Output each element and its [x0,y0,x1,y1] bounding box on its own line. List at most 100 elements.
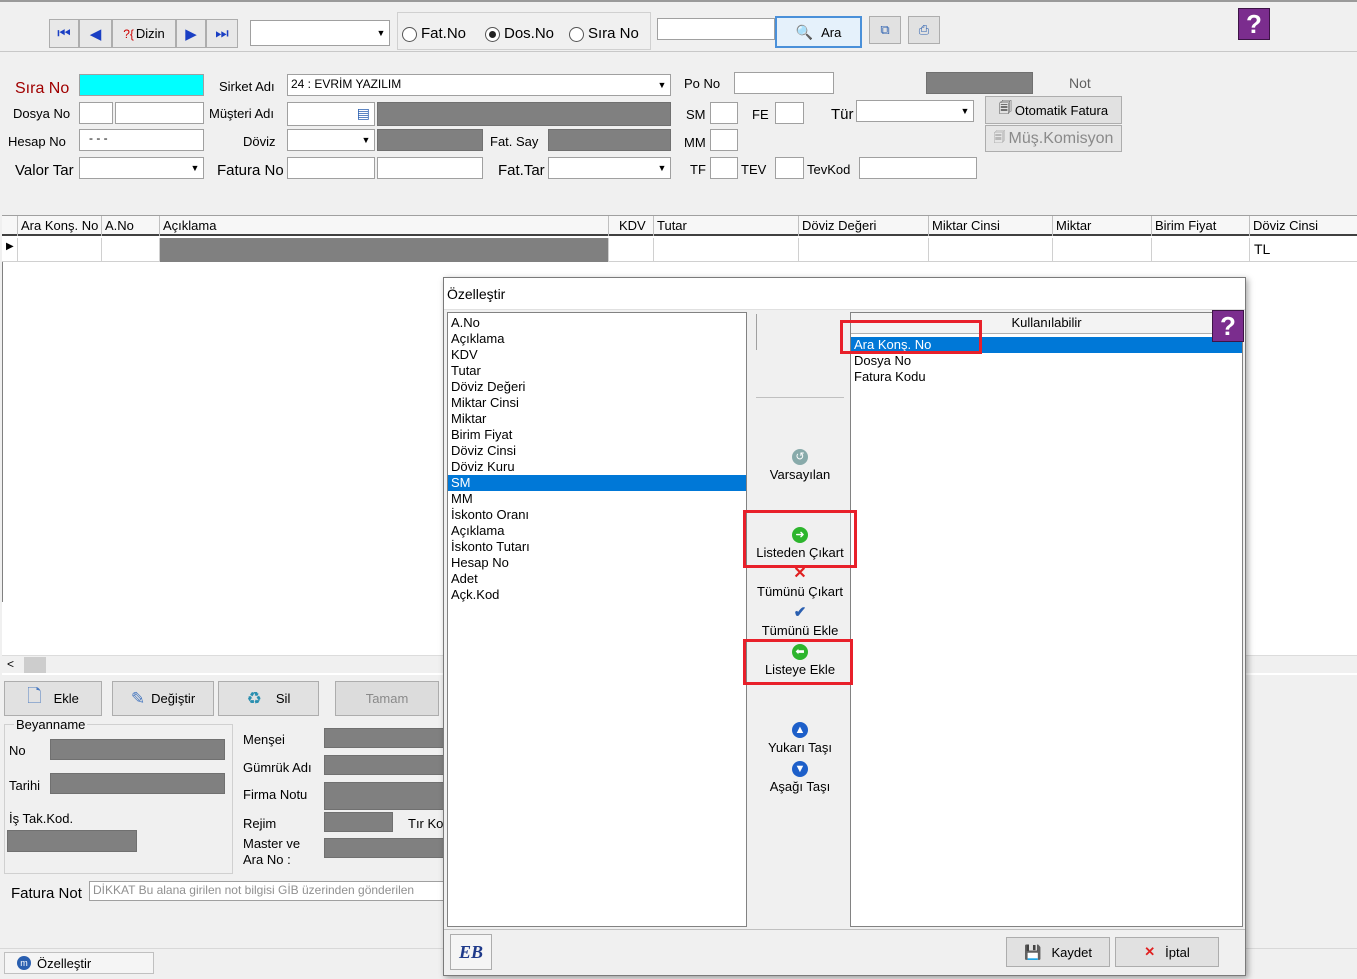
copy-button[interactable]: ⧉ [869,16,901,44]
scroll-thumb[interactable] [24,657,46,673]
search-button[interactable]: 🔍 Ara [775,16,862,48]
listeye-ekle-button[interactable]: ⬅ Listeye Ekle [748,644,852,677]
radio-sirano[interactable]: Sıra No [569,25,639,42]
fat-tar-select[interactable]: ▼ [548,157,671,179]
iptal-button[interactable]: ✕ İptal [1115,937,1219,967]
cell-ara-kons-no[interactable] [18,238,102,262]
ekle-button[interactable]: 🗋 Ekle [4,681,102,716]
list-item[interactable]: MM [448,491,746,507]
search-type-select[interactable]: ▼ [250,20,390,46]
cell-tutar[interactable] [654,238,799,262]
list-item[interactable]: SM [448,475,746,491]
sm-input[interactable] [710,102,738,124]
degistir-button[interactable]: ✎ Değiştir [112,681,214,716]
doviz-select[interactable]: ▼ [287,129,375,151]
list-item[interactable]: Adet [448,571,746,587]
radio-fatno[interactable]: Fat.No [402,25,466,42]
dosya-no-prefix-input[interactable] [79,102,113,124]
varsayilan-button[interactable]: ↺ Varsayılan [748,449,852,482]
tumunu-cikart-button[interactable]: ✕ Tümünü Çıkart [748,566,852,600]
dizin-button[interactable]: ?{ Dizin [112,19,176,48]
hesap-no-input[interactable]: - - - [79,129,204,151]
tev-input[interactable] [775,157,804,179]
radio-fatno-circle[interactable] [402,26,417,42]
col-ara-kons-no[interactable]: Ara Konş. No [18,216,102,236]
tumunu-ekle-button[interactable]: ✔ Tümünü Ekle [748,605,852,639]
asagi-tasi-button[interactable]: ▼ Aşağı Taşı [748,761,852,794]
col-kdv[interactable]: KDV [609,216,654,236]
table-row[interactable]: ▶ TL [2,238,1357,262]
radio-dosno[interactable]: Dos.No [485,25,554,42]
list-item[interactable]: Açıklama [448,331,746,347]
visible-columns-list[interactable]: A.No Açıklama KDV Tutar Döviz Değeri Miktar C… [447,312,747,927]
list-item[interactable]: Döviz Değeri [448,379,746,395]
col-doviz-cinsi[interactable]: Döviz Cinsi [1250,216,1357,236]
list-item[interactable]: A.No [448,315,746,331]
valor-tar-select[interactable]: ▼ [79,157,204,179]
list-item[interactable]: Miktar Cinsi [448,395,746,411]
prev-record-button[interactable]: ◀ [79,19,112,48]
musteri-code-input[interactable]: ▤ [287,102,375,126]
col-miktar-cinsi[interactable]: Miktar Cinsi [929,216,1053,236]
dialog-title-bar[interactable]: Özelleştir [444,278,1245,310]
radio-sirano-circle[interactable] [569,26,584,42]
search-input[interactable] [657,18,775,40]
fatura-no-input-2[interactable] [377,157,483,179]
list-item[interactable]: Birim Fiyat [448,427,746,443]
first-record-button[interactable]: ⏮ [49,19,79,48]
tur-select[interactable]: ▼ [856,100,974,122]
list-item[interactable]: KDV [448,347,746,363]
col-a-no[interactable]: A.No [102,216,160,236]
col-doviz-degeri[interactable]: Döviz Değeri [799,216,929,236]
list-item[interactable]: İskonto Oranı [448,507,746,523]
list-item[interactable]: Açıklama [448,523,746,539]
preview-button[interactable]: ⎙ [908,16,940,44]
fatura-no-input[interactable] [287,157,375,179]
next-record-button[interactable]: ▶ [176,19,206,48]
col-miktar[interactable]: Miktar [1053,216,1152,236]
list-item[interactable]: Tutar [448,363,746,379]
mm-input[interactable] [710,129,738,151]
col-birim-fiyat[interactable]: Birim Fiyat [1152,216,1250,236]
col-aciklama[interactable]: Açıklama [160,216,609,236]
list-item[interactable]: İskonto Tutarı [448,539,746,555]
scroll-left-icon[interactable]: < [7,657,14,671]
lookup-icon[interactable]: ▤ [357,105,370,122]
fe-input[interactable] [775,102,804,124]
list-item[interactable]: Hesap No [448,555,746,571]
list-item[interactable]: Ara Konş. No [851,337,1242,353]
yukari-tasi-button[interactable]: ▲ Yukarı Taşı [748,722,852,755]
list-item[interactable]: Miktar [448,411,746,427]
tevkod-input[interactable] [859,157,977,179]
list-item[interactable]: Döviz Kuru [448,459,746,475]
cell-aciklama[interactable] [160,238,609,262]
cell-birim-fiyat[interactable] [1152,238,1250,262]
help-icon[interactable]: ? [1238,8,1270,40]
list-item[interactable]: Döviz Cinsi [448,443,746,459]
sirket-select[interactable]: 24 : EVRİM YAZILIM ▼ [287,74,671,96]
dosya-no-input[interactable] [115,102,204,124]
last-record-button[interactable]: ⏭ [206,19,238,48]
tf-input[interactable] [710,157,738,179]
cell-doviz-degeri[interactable] [799,238,929,262]
list-item[interactable]: Dosya No [851,353,1242,369]
cell-doviz-cinsi[interactable]: TL [1250,238,1357,262]
cell-a-no[interactable] [102,238,160,262]
cell-miktar-cinsi[interactable] [929,238,1053,262]
po-no-input[interactable] [734,72,834,94]
taskbar-item-ozellestir[interactable]: m Özelleştir [4,952,154,974]
otomatik-fatura-button[interactable]: 🗐 Otomatik Fatura [985,96,1122,124]
radio-dosno-circle[interactable] [485,26,500,42]
sil-button[interactable]: ♻ Sil [218,681,319,716]
dialog-help-icon[interactable]: ? [1212,310,1244,342]
col-tutar[interactable]: Tutar [654,216,799,236]
listeden-cikart-button[interactable]: ➜ Listeden Çıkart [748,527,852,560]
fatura-not-input[interactable]: DİKKAT Bu alana girilen not bilgisi GİB … [89,881,446,901]
cell-kdv[interactable] [609,238,654,262]
list-item[interactable]: Açk.Kod [448,587,746,603]
logo-button[interactable]: EB [450,934,492,970]
kaydet-button[interactable]: 💾 Kaydet [1006,937,1110,967]
sira-no-input[interactable] [79,74,204,96]
list-item[interactable]: Fatura Kodu [851,369,1242,385]
cell-miktar[interactable] [1053,238,1152,262]
